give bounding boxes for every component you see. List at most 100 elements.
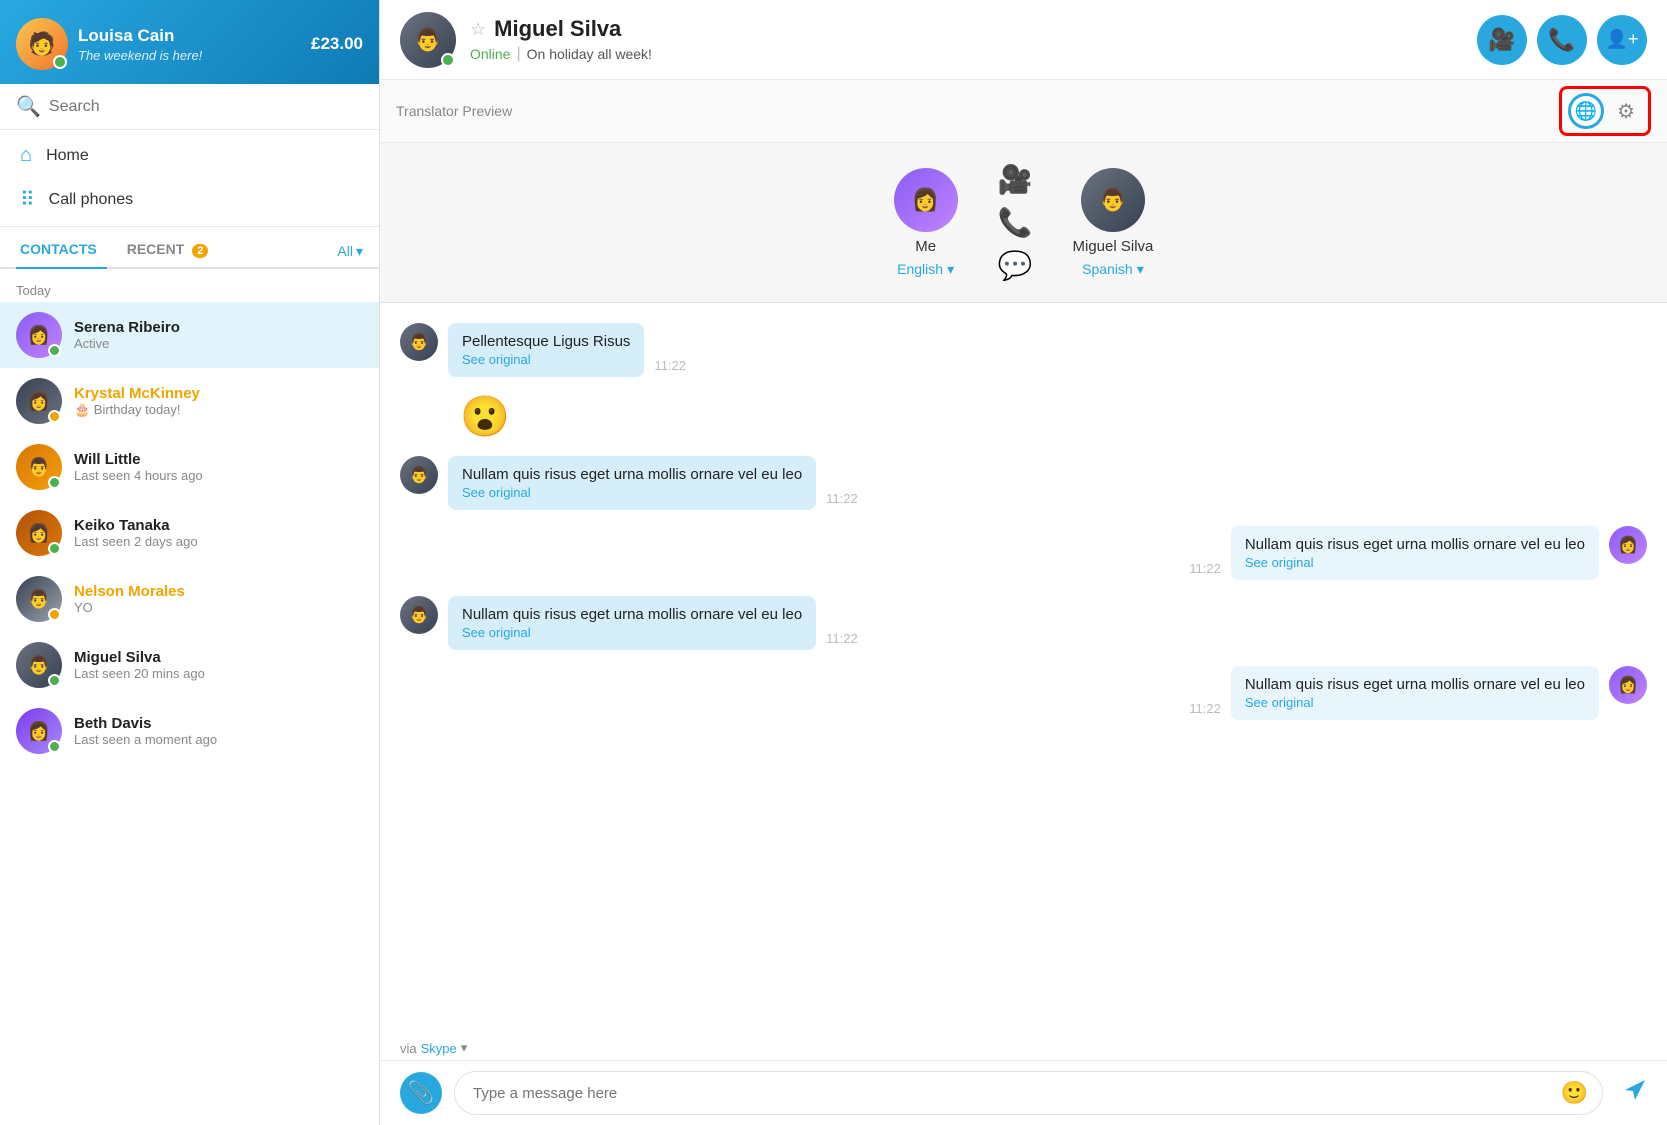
chat-online-label: Online — [470, 46, 510, 62]
chat-status-separator: | — [516, 45, 520, 63]
translator-actions-highlighted: 🌐 ⚙ — [1559, 86, 1651, 136]
serena-status-dot — [48, 344, 61, 357]
emoji-row: 😮 — [400, 393, 1647, 440]
sidebar-header-left: 🧑 Louisa Cain The weekend is here! — [16, 18, 202, 70]
msg-avatar-3: 👨 — [400, 456, 438, 494]
contact-item-serena[interactable]: 👩 Serena Ribeiro Active — [0, 302, 379, 368]
phone-icon: 📞 — [1548, 27, 1575, 53]
tab-recent-badge: 2 — [192, 244, 208, 258]
msg-bubble-5: Nullam quis risus eget urna mollis ornar… — [448, 596, 816, 650]
translator-contact-name: Miguel Silva — [1073, 238, 1154, 255]
nav-items: ⌂ Home ⠿ Call phones — [0, 130, 379, 227]
via-dropdown-icon[interactable]: ▾ — [461, 1040, 468, 1056]
nelson-status: YO — [74, 600, 363, 615]
msg-content-5: Nullam quis risus eget urna mollis ornar… — [448, 596, 816, 650]
chat-actions: 🎥 📞 👤+ — [1477, 15, 1647, 65]
translator-contact-lang: Spanish — [1082, 261, 1133, 277]
will-status-dot — [48, 476, 61, 489]
msg-see-original-6[interactable]: See original — [1245, 695, 1585, 710]
send-button[interactable] — [1623, 1078, 1647, 1108]
translator-contact-avatar: 👨 — [1081, 168, 1145, 232]
msg-bubble-6: Nullam quis risus eget urna mollis ornar… — [1231, 666, 1599, 720]
tab-all-filter[interactable]: All ▾ — [337, 243, 363, 260]
beth-status: Last seen a moment ago — [74, 732, 363, 747]
tab-recent-label: RECENT — [127, 241, 185, 257]
keiko-status: Last seen 2 days ago — [74, 534, 363, 549]
chat-header-info: ☆ Miguel Silva Online | On holiday all w… — [470, 16, 1463, 63]
msg-content-1: Pellentesque Ligus Risus See original — [448, 323, 644, 377]
search-input[interactable] — [49, 98, 363, 116]
tab-all-chevron: ▾ — [356, 243, 363, 260]
tab-contacts-label: CONTACTS — [20, 241, 97, 257]
contact-item-keiko[interactable]: 👩 Keiko Tanaka Last seen 2 days ago — [0, 500, 379, 566]
msg-avatar-5: 👨 — [400, 596, 438, 634]
will-status: Last seen 4 hours ago — [74, 468, 363, 483]
favorite-star-icon[interactable]: ☆ — [470, 19, 486, 40]
msg-content-6: Nullam quis risus eget urna mollis ornar… — [1231, 666, 1599, 720]
miguel-avatar-wrap: 👨 — [16, 642, 62, 688]
msg-time-1: 11:22 — [654, 358, 686, 373]
msg-avatar-4: 👩 — [1609, 526, 1647, 564]
translator-me-name: Me — [915, 238, 936, 255]
user-status: The weekend is here! — [78, 48, 202, 63]
via-skype-link[interactable]: Skype — [421, 1041, 457, 1056]
msg-text-1: Pellentesque Ligus Risus — [462, 333, 630, 350]
video-icon: 🎥 — [1488, 27, 1515, 53]
msg-time-4: 11:22 — [1189, 561, 1221, 576]
msg-text-6: Nullam quis risus eget urna mollis ornar… — [1245, 676, 1585, 693]
serena-info: Serena Ribeiro Active — [74, 319, 363, 351]
nav-home-label: Home — [46, 147, 89, 165]
contacts-list: Today 👩 Serena Ribeiro Active 👩 Krystal … — [0, 269, 379, 1125]
msg-text-4: Nullam quis risus eget urna mollis ornar… — [1245, 536, 1585, 553]
section-today: Today — [0, 273, 379, 302]
video-call-button[interactable]: 🎥 — [1477, 15, 1527, 65]
translator-contact-lang-select[interactable]: Spanish ▾ — [1082, 261, 1144, 278]
translator-settings-button[interactable]: ⚙ — [1610, 95, 1642, 127]
message-input-row: 📎 🙂 — [380, 1060, 1667, 1125]
user-info: Louisa Cain The weekend is here! — [78, 26, 202, 63]
msg-see-original-3[interactable]: See original — [462, 485, 802, 500]
miguel-status-dot — [48, 674, 61, 687]
message-row-6: 👩 Nullam quis risus eget urna mollis orn… — [400, 666, 1647, 720]
beth-name: Beth Davis — [74, 715, 363, 732]
msg-time-6: 11:22 — [1189, 701, 1221, 716]
sidebar: 🧑 Louisa Cain The weekend is here! £23.0… — [0, 0, 380, 1125]
add-contact-button[interactable]: 👤+ — [1597, 15, 1647, 65]
msg-content-3: Nullam quis risus eget urna mollis ornar… — [448, 456, 816, 510]
translator-me-lang-select[interactable]: English ▾ — [897, 261, 954, 278]
msg-bubble-1: Pellentesque Ligus Risus See original — [448, 323, 644, 377]
nav-item-home[interactable]: ⌂ Home — [0, 134, 379, 177]
contact-item-nelson[interactable]: 👨 Nelson Morales YO — [0, 566, 379, 632]
contact-item-miguel[interactable]: 👨 Miguel Silva Last seen 20 mins ago — [0, 632, 379, 698]
emoji-picker-button[interactable]: 🙂 — [1561, 1080, 1588, 1106]
contact-item-beth[interactable]: 👩 Beth Davis Last seen a moment ago — [0, 698, 379, 764]
user-online-dot — [53, 55, 67, 69]
tabs-row: CONTACTS RECENT 2 All ▾ — [0, 227, 379, 269]
msg-see-original-1[interactable]: See original — [462, 352, 630, 367]
voice-call-button[interactable]: 📞 — [1537, 15, 1587, 65]
nelson-avatar-wrap: 👨 — [16, 576, 62, 622]
chat-name-row: ☆ Miguel Silva — [470, 16, 1463, 42]
msg-see-original-5[interactable]: See original — [462, 625, 802, 640]
msg-content-4: Nullam quis risus eget urna mollis ornar… — [1231, 526, 1599, 580]
msg-bubble-3: Nullam quis risus eget urna mollis ornar… — [448, 456, 816, 510]
nav-item-call-phones[interactable]: ⠿ Call phones — [0, 177, 379, 222]
beth-info: Beth Davis Last seen a moment ago — [74, 715, 363, 747]
translator-globe-button[interactable]: 🌐 — [1568, 93, 1604, 129]
home-icon: ⌂ — [20, 144, 32, 167]
message-row-5: 👨 Nullam quis risus eget urna mollis orn… — [400, 596, 1647, 650]
beth-avatar-wrap: 👩 — [16, 708, 62, 754]
miguel-info: Miguel Silva Last seen 20 mins ago — [74, 649, 363, 681]
attach-button[interactable]: 📎 — [400, 1072, 442, 1114]
contact-item-will[interactable]: 👨 Will Little Last seen 4 hours ago — [0, 434, 379, 500]
tab-contacts[interactable]: CONTACTS — [16, 235, 107, 267]
chat-contact-name: Miguel Silva — [494, 16, 621, 42]
will-avatar-wrap: 👨 — [16, 444, 62, 490]
message-input-field[interactable] — [473, 1085, 1561, 1102]
msg-see-original-4[interactable]: See original — [1245, 555, 1585, 570]
contact-item-krystal[interactable]: 👩 Krystal McKinney 🎂 Birthday today! — [0, 368, 379, 434]
search-icon: 🔍 — [16, 94, 41, 119]
emoji-surprised: 😮 — [460, 395, 510, 439]
tab-recent[interactable]: RECENT 2 — [123, 235, 219, 267]
translator-contact-lang-chevron: ▾ — [1137, 261, 1144, 278]
